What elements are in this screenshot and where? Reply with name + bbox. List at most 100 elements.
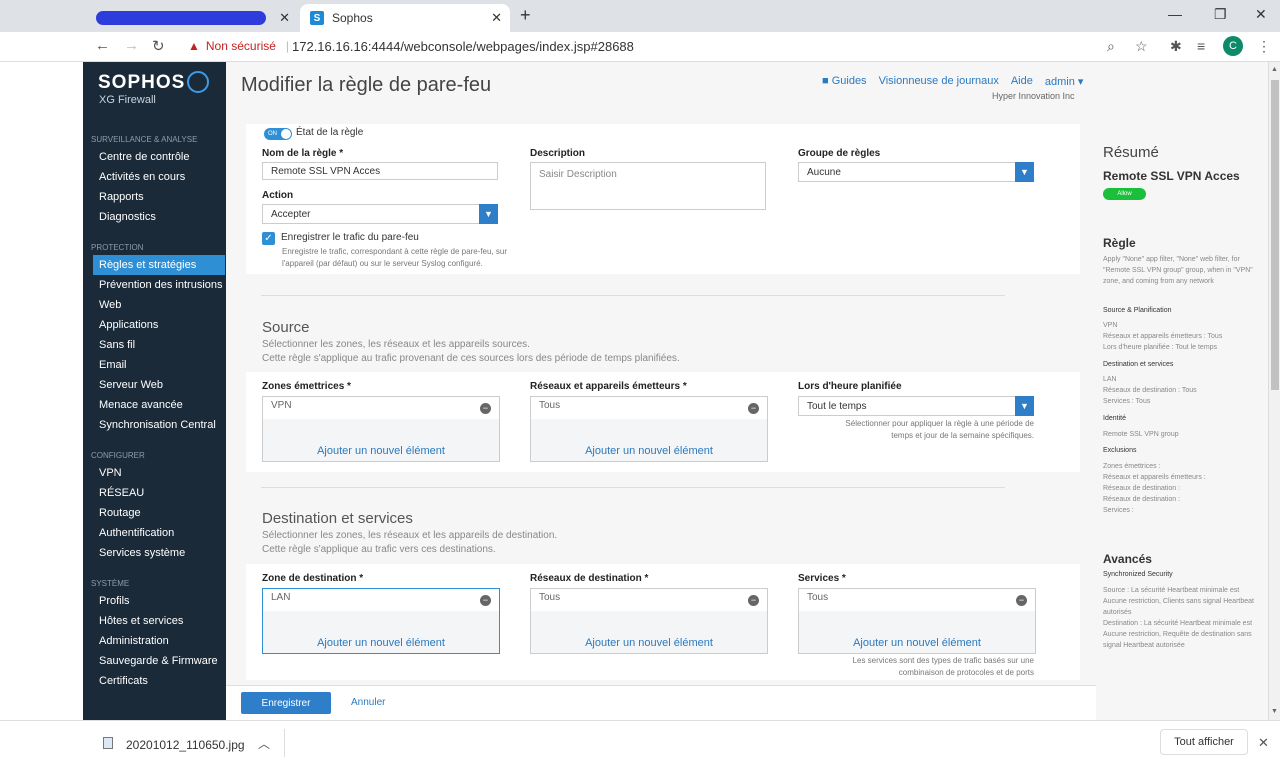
- sidebar-item-web[interactable]: Web: [93, 295, 225, 315]
- log-traffic-checkbox[interactable]: ✓: [262, 232, 275, 245]
- sidebar-item-profiles[interactable]: Profils: [93, 591, 225, 611]
- description-textarea[interactable]: Saisir Description: [530, 162, 766, 210]
- scroll-down-icon[interactable]: ▼: [1271, 708, 1278, 715]
- scroll-up-icon[interactable]: ▲: [1271, 66, 1278, 73]
- sidebar-item-reports[interactable]: Rapports: [93, 187, 225, 207]
- remove-icon[interactable]: −: [748, 403, 759, 414]
- remove-icon[interactable]: −: [748, 595, 759, 606]
- destination-zone-value: LAN: [263, 589, 499, 611]
- destination-title: Destination et services: [262, 510, 413, 527]
- window-close-icon[interactable]: ✕: [1255, 6, 1267, 23]
- sidebar-item-network[interactable]: RÉSEAU: [93, 483, 225, 503]
- show-all-button[interactable]: Tout afficher: [1160, 729, 1248, 755]
- rule-name-label: Nom de la règle *: [262, 148, 344, 159]
- sidebar-item-diagnostics[interactable]: Diagnostics: [93, 207, 225, 227]
- browser-tab-redacted[interactable]: ✕: [86, 4, 298, 32]
- add-source-network-link[interactable]: Ajouter un nouvel élément: [531, 445, 767, 457]
- sidebar-item-email[interactable]: Email: [93, 355, 225, 375]
- divider: [261, 487, 1005, 488]
- add-destination-zone-link[interactable]: Ajouter un nouvel élément: [263, 637, 499, 649]
- back-icon[interactable]: ←: [95, 37, 110, 54]
- extensions-icon[interactable]: ✱: [1170, 38, 1182, 55]
- sidebar-item-authentication[interactable]: Authentification: [93, 523, 225, 543]
- sync-security-text: Source : La sécurité Heartbeat minimale …: [1103, 587, 1254, 649]
- new-tab-icon[interactable]: +: [520, 5, 531, 26]
- add-destination-network-link[interactable]: Ajouter un nouvel élément: [531, 637, 767, 649]
- chevron-down-icon[interactable]: ▼: [1015, 396, 1034, 416]
- page-scrollbar[interactable]: ▲ ▼: [1268, 62, 1280, 720]
- close-tab-icon[interactable]: ✕: [491, 10, 502, 26]
- minimize-icon[interactable]: —: [1168, 6, 1182, 22]
- divider: [284, 729, 285, 757]
- schedule-select[interactable]: Tout le temps ▼: [798, 396, 1034, 416]
- sidebar-item-system-services[interactable]: Services système: [93, 543, 225, 563]
- security-warning[interactable]: ▲ Non sécurisé |: [188, 39, 293, 53]
- url-text[interactable]: 172.16.16.16:4444/webconsole/webpages/in…: [292, 39, 634, 54]
- profile-avatar[interactable]: C: [1223, 36, 1243, 56]
- sidebar-item-certificates[interactable]: Certificats: [93, 671, 225, 691]
- sidebar-item-intrusion-prevention[interactable]: Prévention des intrusions: [93, 275, 225, 295]
- source-title: Source: [262, 319, 310, 336]
- browser-tab-sophos[interactable]: S Sophos ✕: [300, 4, 510, 32]
- video-icon: ■: [822, 75, 832, 87]
- rule-general-card: ON État de la règle Nom de la règle * Re…: [246, 124, 1080, 274]
- cancel-button[interactable]: Annuler: [351, 697, 385, 708]
- warning-icon: ▲: [188, 39, 200, 53]
- forward-icon[interactable]: →: [124, 37, 139, 54]
- schedule-value: Tout le temps: [807, 400, 867, 412]
- reading-list-icon[interactable]: ≡: [1197, 38, 1205, 54]
- sidebar-item-routing[interactable]: Routage: [93, 503, 225, 523]
- schedule-label: Lors d'heure planifiée: [798, 381, 902, 392]
- bookmark-star-icon[interactable]: ☆: [1135, 38, 1148, 55]
- download-filename[interactable]: 20201012_110650.jpg: [126, 738, 245, 752]
- guides-link[interactable]: ■ Guides: [822, 75, 867, 88]
- zoom-icon[interactable]: ⌕: [1107, 38, 1115, 55]
- log-viewer-link[interactable]: Visionneuse de journaux: [879, 75, 999, 88]
- rule-group-value: Aucune: [807, 166, 841, 178]
- rule-group-select[interactable]: Aucune ▼: [798, 162, 1034, 182]
- sidebar-item-backup-firmware[interactable]: Sauvegarde & Firmware: [93, 651, 225, 671]
- not-secure-label: Non sécurisé: [205, 39, 276, 53]
- sidebar-item-hosts-services[interactable]: Hôtes et services: [93, 611, 225, 631]
- sidebar-item-wireless[interactable]: Sans fil: [93, 335, 225, 355]
- sidebar-item-current-activities[interactable]: Activités en cours: [93, 167, 225, 187]
- sidebar-item-web-server[interactable]: Serveur Web: [93, 375, 225, 395]
- identity-heading: Identité: [1103, 415, 1126, 422]
- exclusions-text: Zones émettrices : Réseaux et appareils …: [1103, 463, 1206, 514]
- sync-security-heading: Synchronized Security: [1103, 571, 1173, 578]
- remove-icon[interactable]: −: [480, 595, 491, 606]
- chevron-down-icon[interactable]: ▼: [479, 204, 498, 224]
- sidebar-item-rules-policies[interactable]: Règles et stratégies: [93, 255, 225, 275]
- sidebar-item-advanced-threat[interactable]: Menace avancée: [93, 395, 225, 415]
- save-button[interactable]: Enregistrer: [241, 692, 331, 714]
- rule-state-label: État de la règle: [296, 127, 364, 138]
- source-networks-label: Réseaux et appareils émetteurs *: [530, 381, 687, 392]
- rule-name-input[interactable]: Remote SSL VPN Acces: [262, 162, 498, 180]
- rule-state-toggle[interactable]: ON: [264, 128, 292, 140]
- restore-icon[interactable]: ❐: [1214, 6, 1227, 23]
- identity-text: Remote SSL VPN group: [1103, 431, 1179, 438]
- reload-icon[interactable]: ↻: [152, 37, 165, 55]
- close-tab-icon[interactable]: ✕: [279, 10, 290, 26]
- help-link[interactable]: Aide: [1011, 75, 1033, 88]
- menu-kebab-icon[interactable]: ⋮: [1257, 38, 1271, 55]
- chevron-down-icon[interactable]: ▼: [1015, 162, 1034, 182]
- sidebar-item-administration[interactable]: Administration: [93, 631, 225, 651]
- sidebar-item-vpn[interactable]: VPN: [93, 463, 225, 483]
- admin-menu[interactable]: admin ▾: [1045, 75, 1084, 88]
- sidebar-item-applications[interactable]: Applications: [93, 315, 225, 335]
- tab-title: Sophos: [332, 11, 373, 25]
- scroll-thumb[interactable]: [1271, 80, 1279, 390]
- sidebar-item-control-center[interactable]: Centre de contrôle: [93, 147, 225, 167]
- sidebar-item-central-sync[interactable]: Synchronisation Central: [93, 415, 225, 435]
- action-select[interactable]: Accepter ▼: [262, 204, 498, 224]
- sophos-logo: SOPHOS: [98, 72, 186, 93]
- remove-icon[interactable]: −: [480, 403, 491, 414]
- close-download-bar-icon[interactable]: ✕: [1258, 735, 1269, 751]
- sidebar-section-title: CONFIGURER: [91, 451, 145, 460]
- chevron-up-icon[interactable]: ︿: [258, 735, 270, 752]
- remove-icon[interactable]: −: [1016, 595, 1027, 606]
- add-source-zone-link[interactable]: Ajouter un nouvel élément: [263, 445, 499, 457]
- services-label: Services *: [798, 573, 846, 584]
- add-service-link[interactable]: Ajouter un nouvel élément: [799, 637, 1035, 649]
